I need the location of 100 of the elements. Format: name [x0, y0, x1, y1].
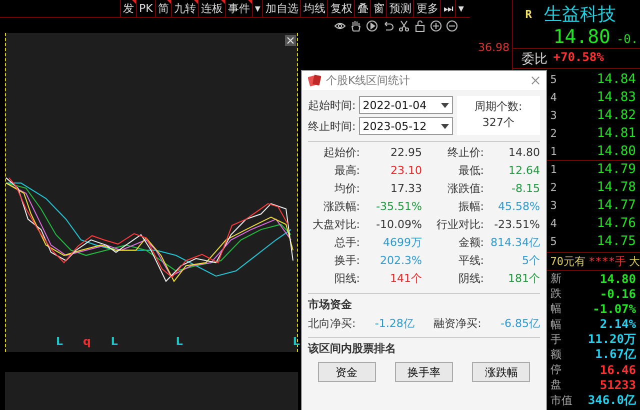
toolbar-button[interactable]: 九转	[170, 0, 198, 17]
notice-text: 70元有	[550, 254, 586, 269]
notice-text: 大	[629, 254, 640, 269]
chart-marker: L	[56, 335, 64, 348]
toolbar-button[interactable]: 连板	[198, 0, 225, 17]
eye-icon[interactable]	[334, 20, 346, 32]
price-axis-label: 36.98	[478, 41, 510, 54]
order-level: 3	[550, 198, 557, 212]
quote-value: -0.16	[600, 286, 636, 301]
zoom-in-icon[interactable]	[430, 20, 442, 32]
toolbar-button[interactable]: ⏭	[440, 0, 456, 17]
field-label: 终止时间:	[308, 118, 356, 134]
ratio-label: 委比	[521, 51, 548, 68]
scissors-icon[interactable]	[398, 20, 410, 32]
chart-marker: L	[292, 335, 300, 348]
toolbar-button[interactable]: 复权	[327, 0, 354, 17]
stat-label: 最低:	[458, 163, 484, 179]
rank-button[interactable]: 换手率	[394, 362, 453, 382]
end-date-dropdown[interactable]: 2023-05-12	[358, 117, 453, 135]
quote-value: 16.46	[600, 362, 636, 377]
toolbar-button[interactable]: 窗	[370, 0, 386, 17]
start-date-dropdown[interactable]: 2022-01-04	[358, 96, 453, 114]
order-price: 14.75	[596, 234, 636, 249]
quote-value: 14.80	[600, 272, 636, 286]
flag-label: R	[525, 8, 532, 20]
rank-button[interactable]: 涨跌幅	[472, 362, 530, 382]
stat-value: -1.28亿	[374, 316, 414, 331]
toolbar-button[interactable]: 叠	[354, 0, 370, 17]
close-icon[interactable]	[531, 76, 540, 85]
stat-value: -23.51%	[494, 217, 540, 233]
section-title: 该区间内股票排名	[308, 341, 397, 356]
hand-icon[interactable]	[350, 20, 362, 32]
toolbar-button[interactable]: 均线	[300, 0, 328, 17]
order-level: 1	[550, 163, 557, 176]
quote-value: 346.0亿	[588, 392, 636, 409]
order-level: 4	[550, 91, 557, 104]
chart-marker: L	[110, 335, 118, 348]
stat-label: 换手:	[334, 253, 360, 269]
order-price: 14.79	[596, 162, 636, 178]
stat-label: 阴线:	[458, 271, 484, 287]
stat-value: 202.3%	[380, 253, 422, 269]
stat-label: 北向净买:	[308, 316, 356, 331]
lock-icon[interactable]	[414, 20, 426, 32]
stock-name: 生益科技	[544, 3, 616, 26]
toolbar-button[interactable]: 简	[154, 0, 171, 17]
stat-value: -6.85亿	[500, 316, 540, 331]
undo-icon[interactable]	[382, 20, 394, 32]
stat-label: 平线:	[458, 253, 484, 269]
stat-label: 行业对比:	[436, 217, 484, 233]
stat-label: 金额:	[458, 235, 484, 251]
quote-value: 51233	[600, 378, 636, 392]
stat-label: 大盘对比:	[312, 217, 360, 233]
stat-label: 终止价:	[447, 145, 484, 161]
play-icon[interactable]	[366, 20, 378, 32]
toolbar-button[interactable]: 更多	[413, 0, 440, 17]
stat-label: 最高:	[334, 163, 360, 179]
order-price: 14.83	[596, 90, 636, 106]
notice-volume: ****手	[588, 254, 626, 269]
order-level: 2	[550, 126, 557, 140]
stat-label: 融资净买:	[434, 316, 482, 331]
toolbar-button[interactable]: 加自选	[262, 0, 300, 17]
toolbar-button[interactable]: 发	[120, 0, 136, 17]
order-level: 1	[550, 144, 557, 158]
rank-button[interactable]: 资金	[318, 362, 376, 382]
order-price: 14.81	[596, 126, 636, 141]
dialog-title: 个股K线区间统计	[326, 73, 412, 88]
quote-label: 幅	[550, 301, 562, 316]
toolbar-button[interactable]: 事件	[224, 0, 252, 17]
toolbar-button[interactable]: 预测	[386, 0, 414, 17]
order-price: 14.76	[596, 216, 636, 231]
stat-value: 814.34亿	[490, 235, 540, 251]
stat-value: -35.51%	[376, 199, 422, 215]
quote-label: 市值	[550, 392, 572, 408]
order-level: 5	[550, 73, 557, 86]
stat-value: 45.58%	[498, 199, 540, 215]
stat-label: 涨跌值:	[447, 181, 484, 197]
quote-label: 盘	[550, 377, 562, 392]
toolbar-button[interactable]: PK	[136, 0, 155, 17]
field-label: 起始时间:	[308, 98, 356, 112]
order-price: 14.84	[596, 72, 636, 88]
stat-label: 振幅:	[458, 199, 484, 215]
quote-label: 停	[550, 362, 562, 378]
quote-value: 1.67亿	[595, 346, 636, 363]
order-level: 5	[550, 234, 557, 248]
stat-value: 4699万	[383, 235, 422, 251]
stat-value: 5个	[522, 253, 540, 269]
stat-label: 涨跌幅:	[323, 199, 360, 215]
toolbar-button[interactable]: ▾	[455, 0, 466, 17]
cards-icon	[308, 74, 322, 87]
stock-price: 14.80	[553, 26, 610, 48]
toolbar-button[interactable]: ▾	[252, 0, 262, 17]
zoom-out-icon[interactable]	[446, 20, 458, 32]
quote-label: 跌	[550, 286, 562, 302]
stat-value: 181个	[508, 271, 540, 287]
quote-value: -1.07%	[592, 302, 636, 316]
quote-label: 新	[550, 271, 562, 286]
stat-value: 14.80	[508, 145, 540, 161]
order-level: 4	[550, 216, 557, 230]
stat-value: 23.10	[390, 163, 422, 179]
ratio-value: +70.58%	[553, 50, 604, 66]
